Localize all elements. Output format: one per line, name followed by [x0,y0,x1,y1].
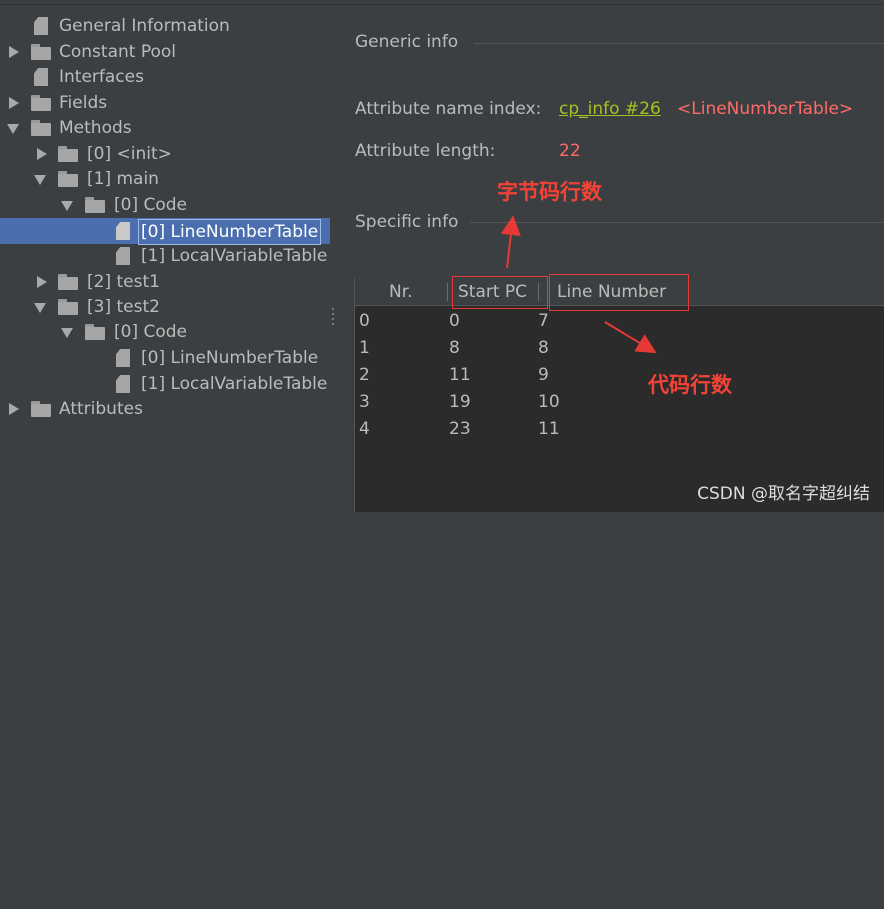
arrow-to-start-pc [500,215,521,269]
annotation-arrows [500,215,657,354]
arrow-to-line-number [604,321,657,354]
csdn-watermark: CSDN @取名字超纠结 [697,484,870,504]
